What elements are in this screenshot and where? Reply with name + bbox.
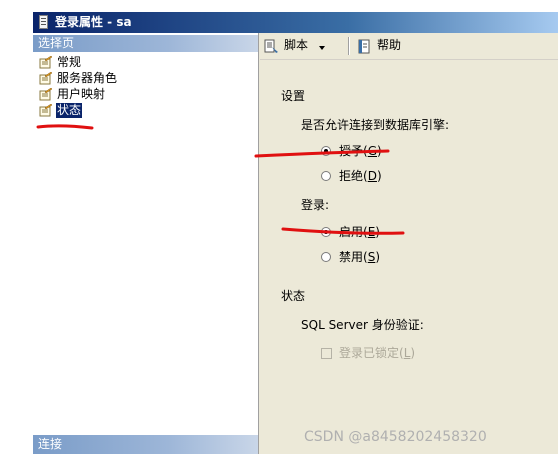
page-properties-icon (39, 104, 52, 117)
script-button-label: 脚本 (284, 38, 309, 52)
deny-radio[interactable] (321, 171, 331, 181)
script-icon (264, 39, 278, 53)
title-bar[interactable]: 登录属性 - sa (33, 12, 558, 33)
help-button-label: 帮助 (377, 38, 402, 52)
page-item-label: 服务器角色 (57, 71, 118, 85)
sql-auth-label: SQL Server 身份验证: (301, 318, 424, 332)
select-page-header-label: 选择页 (38, 36, 75, 50)
window-title: 登录属性 - sa (55, 15, 132, 29)
connection-header-label: 连接 (38, 437, 63, 451)
login-properties-window: 登录属性 - sa 选择页 常规 服务器角色 用户映射 状态 连接 脚本 帮助 … (33, 12, 558, 454)
page-properties-icon (39, 72, 52, 85)
page-item-label: 常规 (57, 55, 82, 69)
grant-radio-label[interactable]: 授予(G) (339, 144, 382, 159)
page-properties-icon (39, 56, 52, 69)
toolbar-separator (348, 37, 350, 55)
deny-radio-label[interactable]: 拒绝(D) (339, 169, 382, 184)
settings-section-title: 设置 (281, 89, 306, 103)
grant-radio[interactable] (321, 146, 331, 156)
help-icon (358, 39, 370, 54)
select-page-pane: 选择页 常规 服务器角色 用户映射 状态 连接 (33, 33, 259, 454)
chevron-down-icon[interactable] (319, 46, 325, 50)
login-locked-checkbox[interactable] (321, 348, 332, 359)
status-page-content: 设置 是否允许连接到数据库引擎: 授予(G) 拒绝(D) 登录: 启用(E) 禁… (260, 60, 558, 454)
enabled-radio-label[interactable]: 启用(E) (339, 225, 380, 240)
select-page-header: 选择页 (33, 35, 258, 52)
window-icon (39, 15, 48, 29)
toolbar: 脚本 帮助 (260, 33, 558, 60)
page-properties-icon (39, 88, 52, 101)
disabled-radio-label[interactable]: 禁用(S) (339, 250, 380, 265)
enabled-radio[interactable] (321, 227, 331, 237)
page-item-label: 状态 (54, 102, 84, 119)
login-locked-label: 登录已锁定(L) (339, 346, 416, 360)
script-button[interactable]: 脚本 (264, 37, 342, 55)
help-button[interactable]: 帮助 (357, 37, 407, 55)
page-item-label: 用户映射 (57, 87, 106, 101)
watermark: CSDN @a8458202458320 (304, 429, 487, 445)
login-label: 登录: (301, 198, 330, 212)
disabled-radio[interactable] (321, 252, 331, 262)
db-engine-question: 是否允许连接到数据库引擎: (301, 118, 450, 132)
status-section-title: 状态 (281, 289, 306, 303)
connection-header: 连接 (33, 435, 258, 454)
